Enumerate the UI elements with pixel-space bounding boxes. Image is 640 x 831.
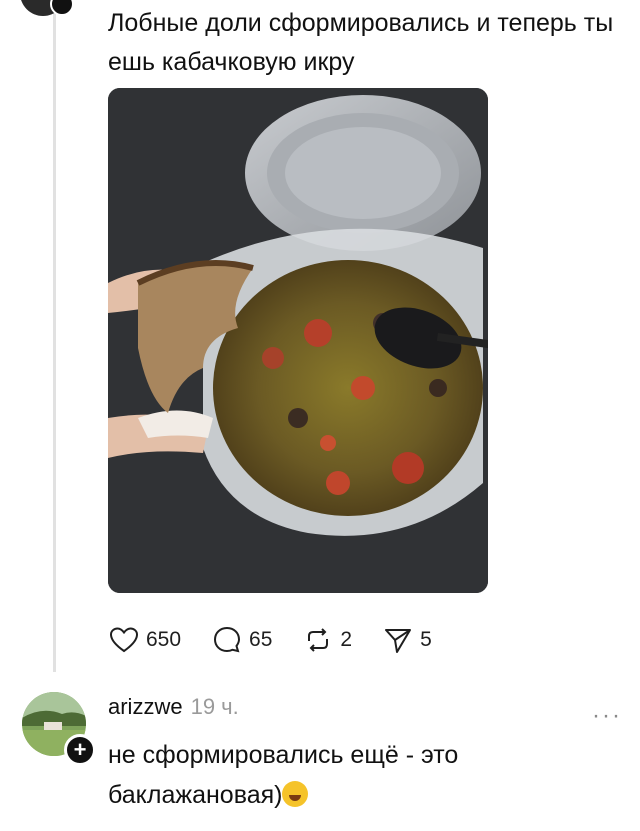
reply-header: arizzwe 19 ч.: [108, 694, 239, 720]
post-actions: 650 65 2 5: [108, 620, 462, 660]
repost-icon: [302, 624, 334, 656]
post-image[interactable]: [108, 88, 488, 593]
comment-button[interactable]: 65: [211, 624, 272, 656]
post-text: Лобные доли сформировались и теперь ты е…: [108, 9, 614, 76]
repost-button[interactable]: 2: [302, 624, 352, 656]
post-photo: [108, 88, 488, 593]
comment-icon: [211, 624, 243, 656]
follow-plus-icon[interactable]: +: [64, 734, 96, 766]
reposts-count: 2: [340, 628, 353, 651]
laughing-emoji-icon: [282, 781, 309, 807]
likes-count: 650: [146, 628, 182, 651]
comments-count: 65: [249, 628, 273, 651]
like-button[interactable]: 650: [108, 624, 181, 656]
thread-line: [53, 0, 56, 672]
share-button[interactable]: 5: [382, 624, 432, 656]
reply-username[interactable]: arizzwe: [108, 694, 183, 719]
reply-time: 19 ч.: [190, 694, 239, 719]
share-icon: [382, 624, 414, 656]
more-icon[interactable]: ···: [592, 702, 622, 730]
heart-icon: [108, 624, 140, 656]
shares-count: 5: [420, 628, 432, 651]
reply-text: не сформировались ещё - это баклажановая…: [108, 735, 628, 815]
